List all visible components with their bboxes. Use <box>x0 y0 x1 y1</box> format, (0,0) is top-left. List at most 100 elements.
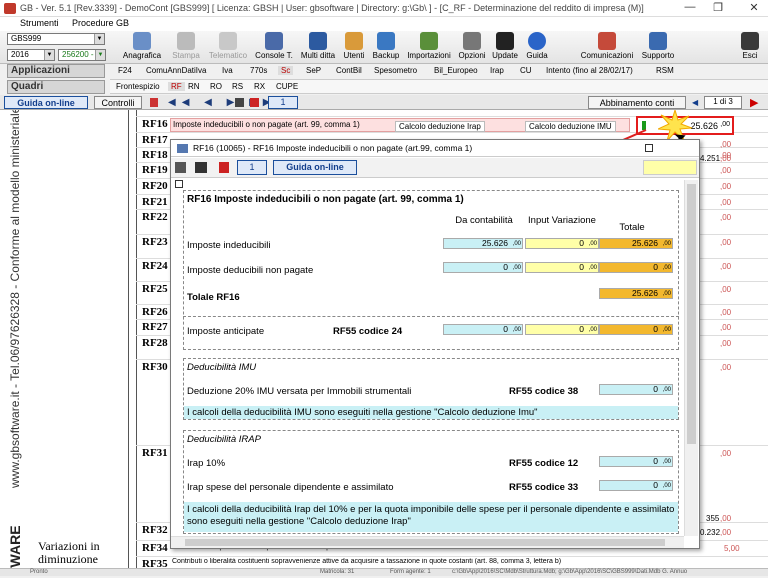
tab-intento[interactable]: Intento (fino al 28/02/17) <box>546 66 633 75</box>
dialog-checkbox[interactable] <box>175 180 183 188</box>
update-button[interactable]: Update <box>490 32 520 60</box>
window-title: GB - Ver. 5.1 [Rev.3339] - DemoCont [GBS… <box>20 3 644 13</box>
supporto-button[interactable]: Supporto <box>638 32 678 60</box>
applicazioni-combo[interactable]: Applicazioni <box>7 64 105 78</box>
r2-contabilita-field[interactable]: 0,00 <box>443 262 523 273</box>
r4-variazione-field[interactable]: 0,00 <box>525 324 599 335</box>
tab-irap[interactable]: Irap <box>490 66 504 75</box>
tab-bil-europeo[interactable]: Bil_Europeo <box>434 66 478 75</box>
gear-icon <box>463 32 481 50</box>
tab-rn[interactable]: RN <box>188 82 200 91</box>
tab-comuanndatiiva[interactable]: ComuAnnDatiIva <box>146 66 206 75</box>
sheet-divider <box>136 110 137 576</box>
row-label-rf27: RF27 <box>142 321 168 333</box>
dialog-guida-button[interactable]: Guida on-line <box>273 160 357 175</box>
irap-personale-label: Irap spese del personale dipendente e as… <box>187 482 394 493</box>
tab-rx[interactable]: RX <box>254 82 265 91</box>
delete-icon[interactable] <box>250 98 259 107</box>
esci-button[interactable]: Esci <box>736 32 764 60</box>
tab-frontespizio[interactable]: Frontespizio <box>116 82 160 91</box>
row-label-rf18: RF18 <box>142 149 168 161</box>
irap-10-label: Irap 10% <box>187 458 226 469</box>
menu-procedure-gb[interactable]: Procedure GB <box>72 18 129 28</box>
tab-sep[interactable]: SeP <box>306 66 321 75</box>
tab-cupe[interactable]: CUPE <box>276 82 298 91</box>
r2-variazione-field[interactable]: 0,00 <box>525 262 599 273</box>
row-value-rf23: ,00 <box>720 238 732 247</box>
row-label-rf22: RF22 <box>142 211 168 223</box>
tree-icon[interactable] <box>175 162 186 173</box>
dialog-page-indicator[interactable]: 1 <box>237 160 267 175</box>
side-vertical-text: www.gbsoftware.it - Tel.06/97626328 - Co… <box>7 106 23 576</box>
controlli-button[interactable]: Controlli <box>94 96 142 109</box>
menu-strumenti[interactable]: Strumenti <box>20 18 59 28</box>
telematico-button[interactable]: Telematico <box>206 32 250 60</box>
imposte-indeducibili-label: Imposte indeducibili <box>187 240 271 251</box>
dialog-vertical-scrollbar[interactable] <box>684 180 698 536</box>
tab-f24[interactable]: F24 <box>118 66 132 75</box>
print-icon[interactable] <box>195 162 207 173</box>
r1-contabilita-field[interactable]: 25.626,00 <box>443 238 523 249</box>
dialog-heading: RF16 Imposte indeducibili o non pagate (… <box>187 194 464 205</box>
r2-totale-field: 0,00 <box>599 262 673 273</box>
record-nav-icons[interactable]: ◀◀ ◀ ▶ ▶▶ <box>168 97 276 108</box>
scroll-thumb[interactable] <box>687 184 696 444</box>
comunicazioni-button[interactable]: Comunicazioni <box>580 32 634 60</box>
row-value-rf26: ,00 <box>720 308 732 317</box>
r1-variazione-field[interactable]: 0,00 <box>525 238 599 249</box>
side-panel: www.gbsoftware.it - Tel.06/97626328 - Co… <box>0 106 32 576</box>
abbinamento-conti-button[interactable]: Abbinamento conti <box>588 96 686 109</box>
tab-rsm[interactable]: RSM <box>656 66 674 75</box>
code-combo[interactable]: 256200 - ▼ <box>58 49 106 61</box>
tab-770s[interactable]: 770s <box>250 66 267 75</box>
company-combo[interactable]: GBS999 ▼ <box>7 33 105 45</box>
tab-rf[interactable]: RF <box>168 82 185 91</box>
importazioni-button[interactable]: Importazioni <box>404 32 454 60</box>
print-icon[interactable] <box>235 98 244 107</box>
backup-button[interactable]: Backup <box>370 32 402 60</box>
dialog-field[interactable] <box>643 160 697 175</box>
dialog-maximize-button[interactable] <box>645 144 653 152</box>
multi-ditta-button[interactable]: Multi ditta <box>298 32 338 60</box>
irap-10-field[interactable]: 0,00 <box>599 456 673 467</box>
scroll-thumb[interactable] <box>185 539 665 546</box>
calcolo-irap-button[interactable]: Calcolo deduzione Irap <box>395 121 485 132</box>
imu-deduction-field[interactable]: 0,00 <box>599 384 673 395</box>
row-label-rf31: RF31 <box>142 447 168 459</box>
tab-cu[interactable]: CU <box>520 66 532 75</box>
title-bar: GB - Ver. 5.1 [Rev.3339] - DemoCont [GBS… <box>0 0 768 17</box>
row-value-rf27: ,00 <box>720 323 732 332</box>
prev-page-icon[interactable]: ◀ <box>692 98 698 107</box>
status-bar: Pronto Matricola: 31 Form agente: 1 c:\G… <box>0 568 768 576</box>
tab-rs[interactable]: RS <box>232 82 243 91</box>
restore-button[interactable]: ❐ <box>708 1 728 15</box>
year-combo[interactable]: 2016 ▼ <box>7 49 55 61</box>
tab-contbil[interactable]: ContBil <box>336 66 362 75</box>
sheet-divider <box>128 110 129 576</box>
next-page-icon[interactable]: ▶ <box>750 96 758 109</box>
console-button[interactable]: Console T. <box>252 32 296 60</box>
tab-spesometro[interactable]: Spesometro <box>374 66 417 75</box>
page-indicator[interactable]: 1 <box>268 96 298 109</box>
models-nav: F24 ComuAnnDatiIva Iva 770s Sc SeP ContB… <box>110 64 768 80</box>
tab-ro[interactable]: RO <box>210 82 222 91</box>
utenti-button[interactable]: Utenti <box>340 32 368 60</box>
page-of: 1 di 3 <box>704 96 742 109</box>
opzioni-button[interactable]: Opzioni <box>456 32 488 60</box>
quadri-combo[interactable]: Quadri <box>7 80 105 94</box>
guida-button[interactable]: Guida <box>522 32 552 60</box>
bookmark-icon[interactable] <box>150 98 158 107</box>
minimize-button[interactable]: — <box>680 1 700 15</box>
stampa-button[interactable]: Stampa <box>168 32 204 60</box>
r4-contabilita-field[interactable]: 0,00 <box>443 324 523 335</box>
guida-online-button[interactable]: Guida on-line <box>4 96 88 109</box>
tab-sc[interactable]: Sc <box>278 66 294 75</box>
close-button[interactable]: ✕ <box>744 1 764 15</box>
chevron-down-icon: ▼ <box>94 34 104 44</box>
irap-personale-field[interactable]: 0,00 <box>599 480 673 491</box>
delete-icon[interactable] <box>219 162 229 173</box>
anagrafica-button[interactable]: Anagrafica <box>120 32 164 60</box>
row-value-rf28: ,00 <box>720 339 732 348</box>
dialog-horizontal-scrollbar[interactable] <box>171 536 684 548</box>
tab-iva[interactable]: Iva <box>222 66 233 75</box>
